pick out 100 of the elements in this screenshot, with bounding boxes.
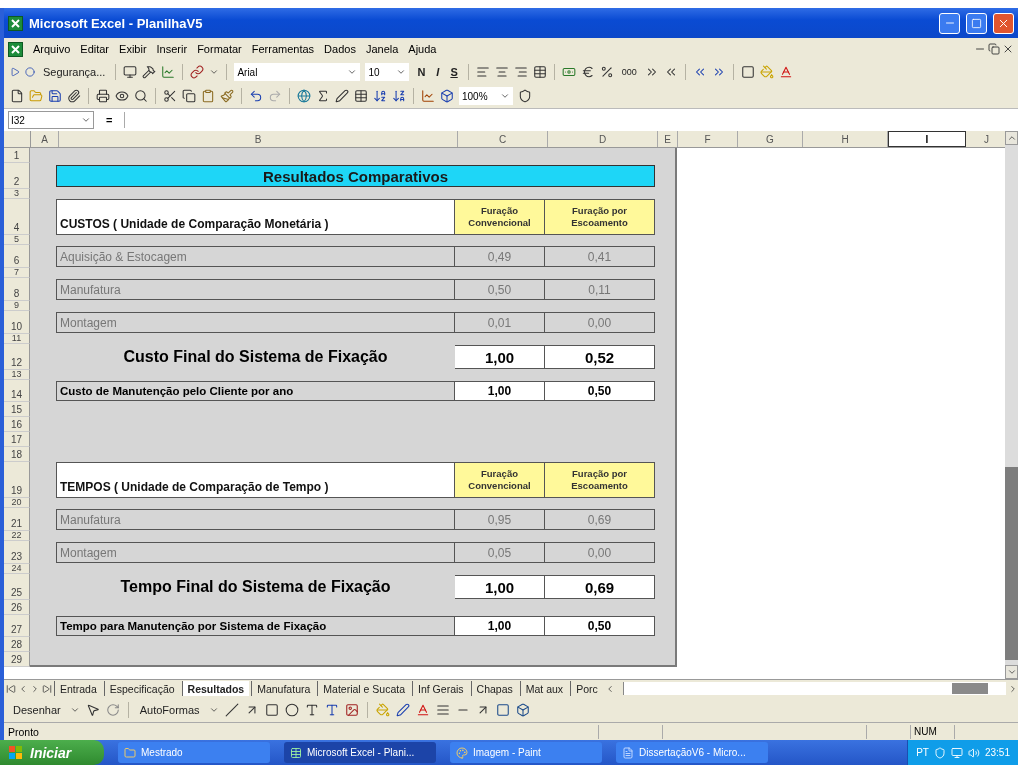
sort-ascending-icon[interactable] <box>373 89 387 103</box>
style-button[interactable]: S <box>447 66 461 78</box>
row-number[interactable]: 12 <box>4 344 30 370</box>
sigma-icon[interactable] <box>316 89 330 103</box>
line-icon[interactable] <box>224 702 239 717</box>
shadow-icon[interactable] <box>495 702 510 717</box>
banknote-icon[interactable] <box>561 65 576 79</box>
euro-icon[interactable] <box>580 65 595 79</box>
row-number[interactable]: 3 <box>4 189 30 199</box>
play-icon[interactable] <box>10 67 20 77</box>
chart-icon[interactable] <box>421 89 435 103</box>
row-number[interactable]: 10 <box>4 311 30 334</box>
caret-icon[interactable] <box>81 115 91 125</box>
menu-item[interactable]: Dados <box>324 43 356 55</box>
row-number[interactable]: 8 <box>4 278 30 301</box>
sheet-tab[interactable]: Especificação <box>103 681 180 696</box>
row-number[interactable]: 19 <box>4 462 30 498</box>
row-number[interactable]: 15 <box>4 402 30 417</box>
link-icon[interactable] <box>190 65 205 79</box>
previous-sheet-icon[interactable] <box>18 683 28 694</box>
autoshapes-button[interactable]: AutoFormas <box>136 703 203 716</box>
align-left-icon[interactable] <box>475 65 490 79</box>
copy-icon[interactable] <box>182 89 196 103</box>
hammer-icon[interactable] <box>142 65 157 79</box>
border-icon[interactable] <box>740 65 755 79</box>
zoom-select[interactable]: 100% <box>459 87 513 105</box>
search-icon[interactable] <box>134 89 148 103</box>
word-art-icon[interactable] <box>324 702 339 717</box>
line-color-icon[interactable] <box>395 702 410 717</box>
scroll-right-icon[interactable] <box>1008 683 1018 694</box>
close-icon[interactable] <box>1002 43 1014 55</box>
row-number[interactable]: 18 <box>4 447 30 462</box>
caret-icon[interactable] <box>500 91 510 101</box>
formula-button[interactable]: = <box>98 114 121 126</box>
start-button[interactable]: Iniciar <box>0 740 104 765</box>
sheet-tab[interactable]: Entrada <box>54 681 102 696</box>
menu-item[interactable]: Editar <box>80 43 110 55</box>
globe-icon[interactable] <box>297 89 311 103</box>
window-icon[interactable] <box>123 65 138 79</box>
sheet-tab[interactable]: Mat aux <box>519 681 569 696</box>
paintbrush-icon[interactable] <box>220 89 234 103</box>
row-number[interactable]: 1 <box>4 148 30 163</box>
taskbar-button[interactable]: Mestrado <box>118 742 270 763</box>
horizontal-scrollbar[interactable] <box>622 682 1006 695</box>
row-number[interactable]: 26 <box>4 600 30 615</box>
new-file-icon[interactable] <box>10 89 24 103</box>
taskbar-button[interactable]: DissertaçãoV6 - Micro... <box>616 742 768 763</box>
sheet-tab[interactable]: Resultados <box>181 681 250 696</box>
column-header[interactable]: I <box>888 131 966 147</box>
save-icon[interactable] <box>48 89 62 103</box>
font-color-icon[interactable] <box>778 65 793 79</box>
row-number[interactable]: 2 <box>4 163 30 189</box>
maximize-button[interactable] <box>966 12 987 34</box>
three-d-icon[interactable] <box>515 702 530 717</box>
speaker-icon[interactable] <box>967 746 980 759</box>
minimize-button[interactable] <box>939 12 960 34</box>
pointer-icon[interactable] <box>85 702 100 717</box>
oval-icon[interactable] <box>284 702 299 717</box>
text-box-icon[interactable] <box>304 702 319 717</box>
menu-item[interactable]: Ferramentas <box>251 43 315 55</box>
preview-icon[interactable] <box>115 89 129 103</box>
row-number[interactable]: 6 <box>4 245 30 268</box>
line-style-icon[interactable] <box>435 702 450 717</box>
row-number[interactable]: 27 <box>4 615 30 637</box>
monitor-icon[interactable] <box>950 746 963 759</box>
row-number[interactable]: 28 <box>4 637 30 652</box>
vertical-scrollbar[interactable] <box>1005 131 1018 679</box>
taskbar-button[interactable]: Microsoft Excel - Plani... <box>284 742 436 763</box>
pen-icon[interactable] <box>335 89 349 103</box>
column-header[interactable]: F <box>678 131 738 147</box>
caret-icon[interactable] <box>396 67 407 77</box>
menu-item[interactable]: Arquivo <box>33 43 71 55</box>
paperclip-icon[interactable] <box>67 89 81 103</box>
font-select[interactable]: Arial <box>234 63 361 81</box>
dot-icon[interactable] <box>25 67 35 77</box>
row-number[interactable]: 29 <box>4 652 30 667</box>
shield-icon[interactable] <box>933 746 946 759</box>
column-header[interactable]: C <box>458 131 548 147</box>
table-icon[interactable] <box>532 65 547 79</box>
menu-item[interactable]: Inserir <box>156 43 188 55</box>
row-number[interactable]: 5 <box>4 235 30 245</box>
sheet-tab[interactable]: Material e Sucata <box>317 681 411 696</box>
style-button[interactable]: N <box>414 66 429 78</box>
menu-item[interactable]: Exibir <box>119 43 147 55</box>
fill-color-icon[interactable] <box>375 702 390 717</box>
column-header[interactable]: E <box>658 131 678 147</box>
menu-item[interactable]: Janela <box>365 43 399 55</box>
sort-descending-icon[interactable] <box>392 89 406 103</box>
undo-icon[interactable] <box>249 89 263 103</box>
sheet-tab[interactable]: Inf Gerais <box>412 681 469 696</box>
sheet-tab[interactable]: Manufatura <box>251 681 316 696</box>
sheet-tab[interactable]: Chapas <box>470 681 518 696</box>
column-header[interactable]: D <box>548 131 658 147</box>
style-button[interactable]: I <box>433 66 443 78</box>
row-number[interactable]: 21 <box>4 508 30 531</box>
rectangle-icon[interactable] <box>264 702 279 717</box>
last-sheet-icon[interactable] <box>42 683 52 694</box>
row-number[interactable]: 4 <box>4 199 30 235</box>
sheet-tab[interactable]: Porc <box>570 681 603 696</box>
row-number[interactable]: 17 <box>4 432 30 447</box>
